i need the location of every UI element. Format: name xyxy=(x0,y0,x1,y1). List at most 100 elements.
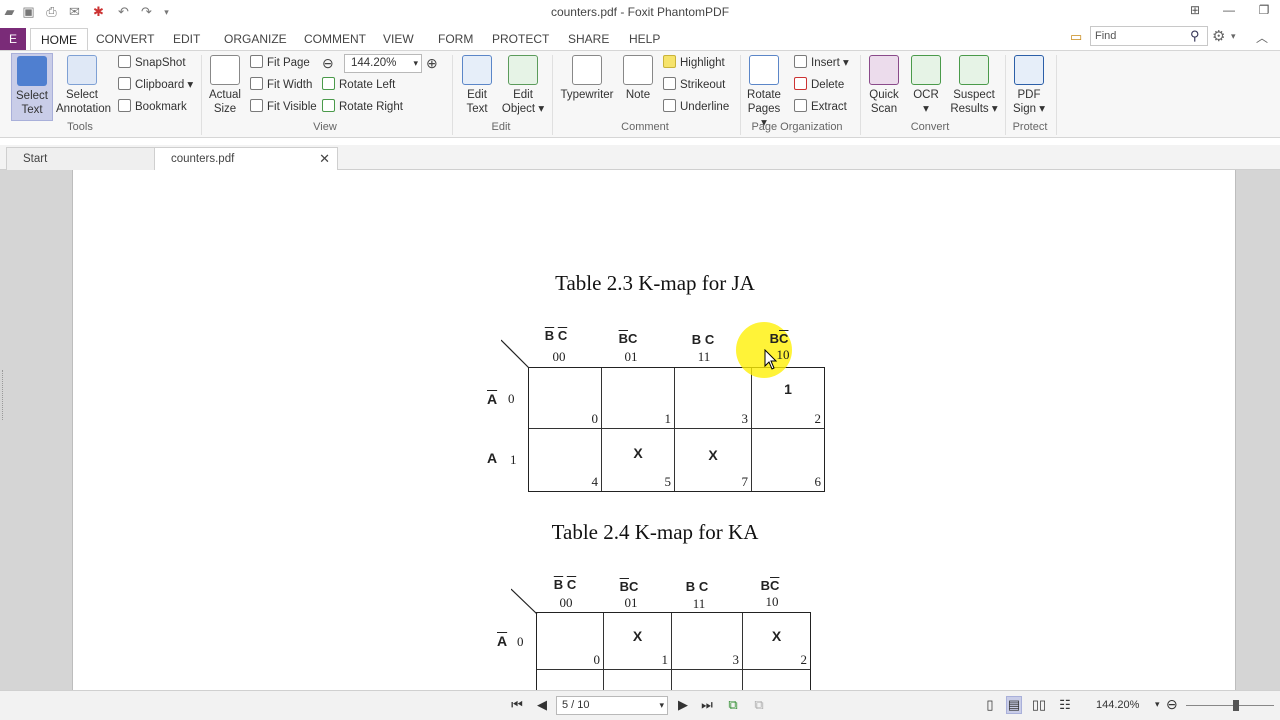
typewriter-icon xyxy=(572,55,602,85)
single-page-icon[interactable]: ▯ xyxy=(982,697,998,713)
protect-group-label: Protect xyxy=(1012,121,1048,133)
minimize-icon[interactable]: — xyxy=(1220,3,1238,17)
ribbon-options-icon[interactable]: ⊞ xyxy=(1186,3,1204,17)
tab-counters-pdf[interactable]: counters.pdf ✕ xyxy=(154,147,338,170)
kmap-cell: 3 xyxy=(672,613,743,670)
highlight-button[interactable]: Highlight xyxy=(663,54,725,72)
tab-edit[interactable]: EDIT xyxy=(173,28,200,50)
row-header: A xyxy=(497,633,507,649)
tab-organize[interactable]: ORGANIZE xyxy=(224,28,287,50)
col-head-b: B xyxy=(760,578,770,593)
clipboard-label: Clipboard xyxy=(135,79,185,91)
tab-protect[interactable]: PROTECT xyxy=(492,28,549,50)
zoom-level: 144.20% xyxy=(1096,699,1140,711)
tab-view[interactable]: VIEW xyxy=(383,28,414,50)
gear-icon[interactable]: ⚙ xyxy=(1212,27,1225,45)
select-annotation-button[interactable]: Select Annotation xyxy=(56,53,111,116)
edit-text-button[interactable]: Edit Text xyxy=(459,53,495,116)
fit-visible-button[interactable]: Fit Visible xyxy=(250,98,317,116)
kmap-cell: 0 xyxy=(529,368,602,429)
facing-pages-icon[interactable]: ▯▯ xyxy=(1031,697,1047,713)
zoom-select[interactable]: 144.20% ▾ xyxy=(344,54,422,73)
table-2-3-title: Table 2.3 K-map for JA xyxy=(555,271,755,295)
row-code: 1 xyxy=(510,452,517,467)
suspect-results-button[interactable]: Suspect Results ▾ xyxy=(950,53,998,116)
snapshot-button[interactable]: SnapShot xyxy=(118,54,186,72)
insert-button[interactable]: Insert ▾ xyxy=(794,54,849,72)
select-annotation-icon xyxy=(67,55,97,85)
quick-scan-button[interactable]: Quick Scan xyxy=(866,53,902,116)
page-number-input[interactable]: 5 / 10 ▾ xyxy=(556,696,668,715)
row-header: A xyxy=(487,391,497,407)
next-view-icon[interactable]: ⧉ xyxy=(751,697,767,713)
close-tab-icon[interactable]: ✕ xyxy=(319,148,330,170)
col-head-c: C xyxy=(779,331,789,346)
typewriter-button[interactable]: Typewriter xyxy=(558,53,616,102)
previous-view-icon[interactable]: ⧉ xyxy=(725,697,741,713)
file-menu-tab[interactable]: E xyxy=(0,28,26,50)
next-page-icon[interactable]: ▶ xyxy=(675,697,691,713)
underline-label: Underline xyxy=(680,101,730,113)
strikeout-label: Strikeout xyxy=(680,79,726,91)
ocr-button[interactable]: OCR ▾ xyxy=(911,53,941,116)
zoom-in-icon[interactable]: ⊕ xyxy=(426,55,438,72)
clipboard-button[interactable]: Clipboard ▾ xyxy=(118,76,193,94)
tab-form[interactable]: FORM xyxy=(438,28,473,50)
continuous-page-icon[interactable]: ▤ xyxy=(1006,696,1022,714)
fit-page-button[interactable]: Fit Page xyxy=(250,54,310,72)
rotate-right-button[interactable]: Rotate Right xyxy=(322,98,403,116)
delete-button[interactable]: Delete xyxy=(794,76,844,94)
kmap-cell: 6 xyxy=(752,429,824,491)
fit-width-button[interactable]: Fit Width xyxy=(250,76,312,94)
zoom-out-icon[interactable]: ⊖ xyxy=(322,55,334,72)
cell-index: 1 xyxy=(661,652,669,667)
tab-comment[interactable]: COMMENT xyxy=(304,28,366,50)
pdf-sign-button[interactable]: PDF Sign ▾ xyxy=(1010,53,1048,116)
col-head-c: C xyxy=(698,579,709,594)
continuous-facing-icon[interactable]: ☷ xyxy=(1057,697,1073,713)
document-workspace[interactable]: Table 2.3 K-map for JA B C 00 BC 01 B C … xyxy=(0,170,1280,703)
gear-chevron-icon[interactable]: ▾ xyxy=(1231,31,1236,42)
cell-index: 0 xyxy=(593,652,601,667)
edit-object-button[interactable]: Edit Object ▾ xyxy=(500,53,546,116)
underline-button[interactable]: Underline xyxy=(663,98,729,116)
panel-resize-handle[interactable] xyxy=(2,370,6,420)
cell-value: X xyxy=(633,445,643,461)
first-page-icon[interactable]: ⏮ xyxy=(509,697,525,713)
tab-start[interactable]: Start xyxy=(6,147,156,170)
actual-size-icon xyxy=(210,55,240,85)
select-text-button[interactable]: Select Text xyxy=(11,53,53,121)
tab-home[interactable]: HOME xyxy=(30,28,88,51)
last-page-icon[interactable]: ⏭ xyxy=(699,697,715,713)
search-icon[interactable]: ⚲ xyxy=(1190,28,1200,44)
tab-start-label: Start xyxy=(23,153,48,165)
fit-visible-icon xyxy=(250,99,263,112)
zoom-chevron-icon[interactable]: ▾ xyxy=(1155,699,1160,710)
zoom-out-icon[interactable]: ⊖ xyxy=(1166,696,1178,713)
tab-convert[interactable]: CONVERT xyxy=(96,28,154,50)
strikeout-button[interactable]: Strikeout xyxy=(663,76,725,94)
column-header: BC xyxy=(608,331,648,346)
cell-index: 3 xyxy=(732,652,740,667)
fit-page-icon xyxy=(250,55,263,68)
column-code: 11 xyxy=(692,596,706,611)
tab-share[interactable]: SHARE xyxy=(568,28,609,50)
tab-help[interactable]: HELP xyxy=(629,28,660,50)
note-button[interactable]: Note xyxy=(622,53,654,102)
search-folder-icon[interactable]: ▭ xyxy=(1070,29,1082,45)
column-code: 01 xyxy=(624,349,638,364)
rotate-left-button[interactable]: Rotate Left xyxy=(322,76,395,94)
edit-object-label: Edit Object xyxy=(501,89,536,115)
rotate-pages-icon xyxy=(749,55,779,85)
actual-size-button[interactable]: Actual Size xyxy=(206,53,244,116)
zoom-slider-handle[interactable] xyxy=(1233,700,1239,711)
rotate-pages-button[interactable]: Rotate Pages ▾ xyxy=(745,53,783,130)
collapse-ribbon-icon[interactable]: ︿ xyxy=(1256,29,1268,46)
rotate-right-label: Rotate Right xyxy=(339,101,403,113)
ribbon-divider xyxy=(452,55,453,135)
extract-button[interactable]: Extract xyxy=(794,98,847,116)
previous-page-icon[interactable]: ◀ xyxy=(534,697,550,713)
zoom-slider-track[interactable] xyxy=(1186,705,1274,706)
bookmark-button[interactable]: Bookmark xyxy=(118,98,187,116)
restore-icon[interactable]: ❐ xyxy=(1255,3,1273,17)
